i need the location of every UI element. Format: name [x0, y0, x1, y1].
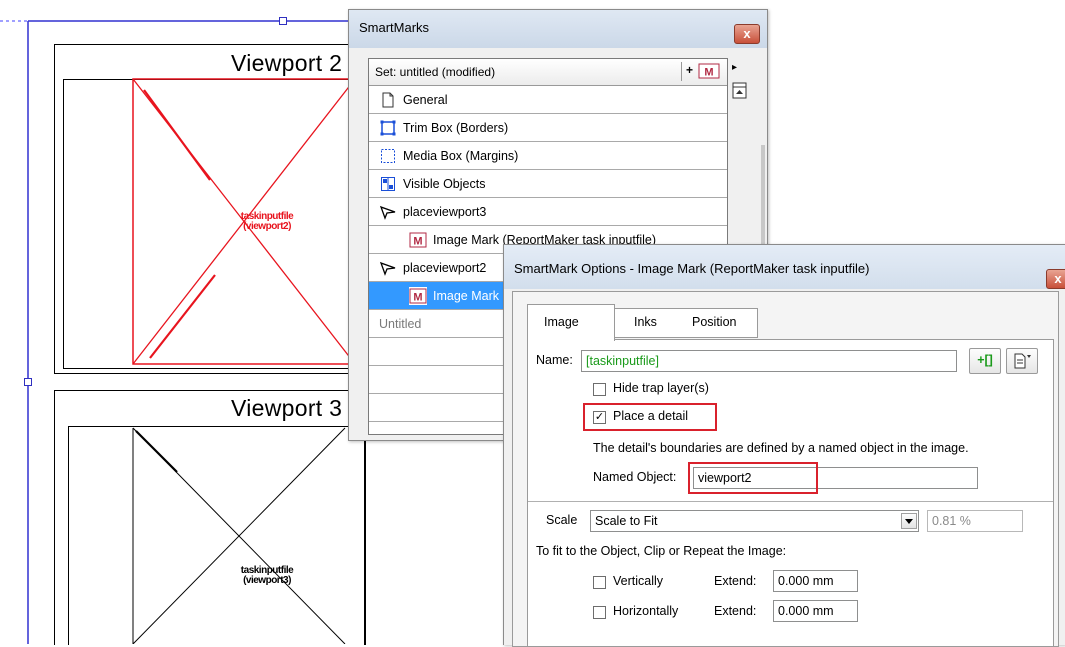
scale-percent-field: 0.81 % [927, 510, 1023, 532]
scale-select[interactable]: Scale to Fit [590, 510, 919, 532]
options-titlebar[interactable]: SmartMark Options - Image Mark (ReportMa… [504, 245, 1065, 289]
list-item[interactable]: General [369, 86, 727, 114]
name-add-button[interactable]: +[] [969, 348, 1001, 374]
trim-box-icon [379, 119, 397, 137]
tab-position[interactable]: Position [678, 308, 758, 338]
tab-content: Name: [taskinputfile] +[] Hide trap laye… [527, 339, 1054, 646]
name-add-label: +[] [977, 353, 993, 367]
horizontally-checkbox[interactable] [593, 606, 606, 619]
tab-image-label: Image [544, 315, 579, 329]
name-label: Name: [536, 353, 573, 367]
extend-v-label: Extend: [714, 574, 757, 588]
list-item-label: Image Mark [433, 288, 499, 303]
list-item-label: Media Box (Margins) [403, 148, 519, 163]
detail-description: The detail's boundaries are defined by a… [593, 441, 969, 455]
image-mark-icon: M [698, 63, 720, 79]
place-arrow-icon [379, 203, 397, 221]
smartmarks-titlebar[interactable]: SmartMarks x [349, 10, 767, 48]
scale-select-value: Scale to Fit [595, 514, 658, 528]
list-item-label: Trim Box (Borders) [403, 120, 509, 135]
image-mark-icon: M [409, 231, 427, 249]
options-dialog: SmartMark Options - Image Mark (ReportMa… [503, 244, 1065, 647]
tab-inks[interactable]: Inks [613, 308, 679, 338]
place-detail-checkbox[interactable]: ✓ [593, 411, 606, 424]
set-add-button[interactable]: + M [681, 62, 726, 81]
place-arrow-icon [379, 259, 397, 277]
list-item-label: General [403, 92, 448, 107]
options-title: SmartMark Options - Image Mark (ReportMa… [514, 261, 870, 276]
smartmarks-close-button[interactable]: x [734, 24, 760, 44]
set-label: Set: untitled (modified) [375, 65, 496, 79]
fit-description: To fit to the Object, Clip or Repeat the… [536, 544, 787, 558]
viewport-3-label: taskinputfile (viewport3) [232, 566, 302, 586]
chevron-down-icon[interactable] [901, 513, 917, 529]
svg-text:M: M [704, 67, 713, 79]
svg-text:M: M [413, 291, 422, 303]
media-box-icon [379, 147, 397, 165]
vertically-checkbox[interactable] [593, 576, 606, 589]
tab-image[interactable]: Image [527, 304, 615, 341]
tab-inks-label: Inks [634, 315, 657, 329]
document-menu-icon [1014, 353, 1031, 369]
extend-h-label: Extend: [714, 604, 757, 618]
smartmarks-title: SmartMarks [359, 20, 430, 35]
extend-v-input[interactable]: 0.000 mm [773, 570, 858, 592]
horizontally-label: Horizontally [613, 604, 679, 618]
viewport-3-label-line2: (viewport3) [243, 575, 291, 586]
panel-menu-arrow[interactable]: ▸ [732, 62, 737, 73]
list-item-label: Visible Objects [403, 176, 486, 191]
name-menu-button[interactable] [1006, 348, 1038, 374]
hide-trap-label: Hide trap layer(s) [613, 381, 709, 395]
options-close-button[interactable]: x [1046, 269, 1065, 289]
list-item-label: Untitled [379, 316, 422, 331]
list-item-label: placeviewport3 [403, 204, 487, 219]
separator [528, 501, 1053, 502]
list-item[interactable]: Media Box (Margins) [369, 142, 727, 170]
list-item[interactable]: Trim Box (Borders) [369, 114, 727, 142]
vertically-label: Vertically [613, 574, 664, 588]
set-add-plus: + [686, 63, 694, 77]
list-item[interactable]: Visible Objects [369, 170, 727, 198]
svg-text:M: M [413, 235, 422, 247]
list-item-label: placeviewport2 [403, 260, 487, 275]
hide-trap-checkbox[interactable] [593, 383, 606, 396]
options-body: Image Inks Position Name: [taskinputfile… [512, 291, 1059, 647]
set-header[interactable]: Set: untitled (modified) + M [369, 59, 727, 86]
image-mark-icon: M [409, 286, 427, 305]
list-item[interactable]: placeviewport3 [369, 198, 727, 226]
name-input[interactable]: [taskinputfile] [581, 350, 957, 372]
place-detail-label: Place a detail [613, 409, 689, 423]
dock-icon[interactable] [732, 82, 748, 100]
extend-h-input[interactable]: 0.000 mm [773, 600, 858, 622]
named-object-highlight [688, 462, 818, 494]
tab-position-label: Position [692, 315, 737, 329]
page-icon [379, 91, 397, 109]
scale-label: Scale [546, 513, 578, 527]
visible-objects-icon [379, 175, 397, 193]
named-object-label: Named Object: [593, 470, 677, 484]
